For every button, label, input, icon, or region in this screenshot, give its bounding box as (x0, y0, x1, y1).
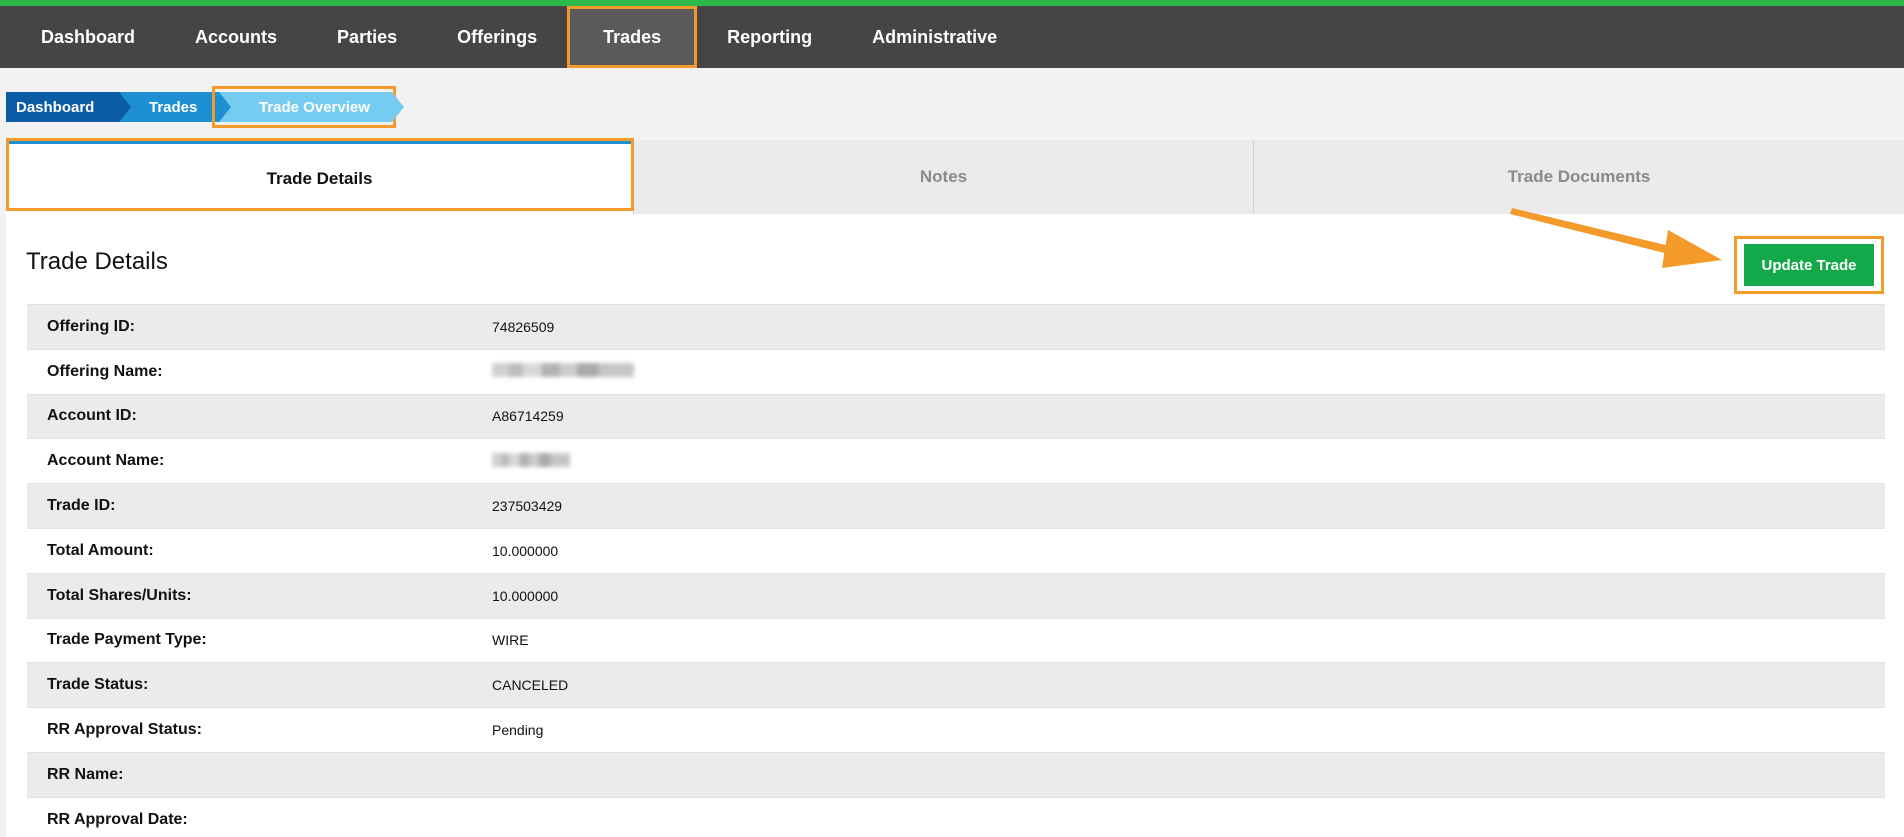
breadcrumb: Dashboard Trades Trade Overview (6, 92, 404, 122)
row-label: RR Name: (47, 765, 124, 783)
table-row: Trade Status: CANCELED (27, 662, 1885, 708)
top-nav: Dashboard Accounts Parties Offerings Tra… (0, 6, 1904, 68)
table-row: RR Approval Date: (27, 796, 1885, 837)
row-label: Trade Payment Type: (47, 631, 207, 649)
table-row: Account ID: A86714259 (27, 393, 1885, 439)
row-value: 74826509 (492, 318, 555, 335)
table-row: RR Name: (27, 751, 1885, 797)
panel-title: Trade Details (26, 248, 168, 275)
table-row: Trade Payment Type: WIRE (27, 617, 1885, 663)
nav-item-reporting[interactable]: Reporting (697, 6, 842, 68)
row-value: CANCELED (492, 677, 569, 694)
details-table: Offering ID: 74826509 Offering Name: Acco… (27, 304, 1885, 837)
row-label: Account ID: (47, 407, 137, 425)
breadcrumb-dashboard[interactable]: Dashboard (6, 92, 131, 122)
breadcrumb-trade-overview: Trade Overview (219, 92, 404, 122)
breadcrumb-trades[interactable]: Trades (119, 92, 231, 122)
nav-item-dashboard[interactable]: Dashboard (0, 6, 165, 68)
row-label: Total Shares/Units: (47, 586, 192, 604)
row-label: Trade ID: (47, 497, 116, 515)
row-label: Total Amount: (47, 541, 154, 559)
row-value: WIRE (492, 632, 529, 649)
annotation-arrow-icon (1510, 208, 1722, 268)
table-row: Offering ID: 74826509 (27, 304, 1885, 349)
row-value-redacted (492, 452, 570, 470)
row-label: Offering Name: (47, 362, 163, 380)
table-row: Total Shares/Units: 10.000000 (27, 572, 1885, 618)
trade-details-panel: Trade Details Update Trade Offering ID: 7… (6, 214, 1904, 837)
tab-notes[interactable]: Notes (634, 140, 1254, 214)
row-label: Account Name: (47, 452, 165, 470)
nav-item-administrative[interactable]: Administrative (842, 6, 1027, 68)
table-row: Offering Name: (27, 348, 1885, 394)
row-label: Trade Status: (47, 676, 149, 694)
table-row: Account Name: (27, 438, 1885, 484)
row-value-redacted (492, 363, 634, 380)
nav-item-offerings[interactable]: Offerings (427, 6, 567, 68)
nav-item-parties[interactable]: Parties (307, 6, 427, 68)
redacted-value (492, 452, 570, 467)
table-row: RR Approval Status: Pending (27, 707, 1885, 752)
row-label: Offering ID: (47, 317, 135, 335)
update-trade-button[interactable]: Update Trade (1744, 244, 1874, 286)
tab-trade-details[interactable]: Trade Details (6, 140, 634, 214)
row-value: 237503429 (492, 498, 563, 515)
update-button-highlight: Update Trade (1734, 236, 1884, 294)
row-label: RR Approval Status: (47, 721, 202, 739)
row-value: 10.000000 (492, 542, 559, 559)
row-label: RR Approval Date: (47, 810, 188, 828)
table-row: Total Amount: 10.000000 (27, 527, 1885, 573)
redacted-value (492, 363, 634, 378)
row-value: Pending (492, 722, 544, 739)
row-value: 10.000000 (492, 587, 559, 604)
table-row: Trade ID: 237503429 (27, 483, 1885, 528)
nav-item-trades[interactable]: Trades (567, 6, 698, 68)
nav-item-accounts[interactable]: Accounts (165, 6, 307, 68)
row-value: A86714259 (492, 408, 564, 425)
